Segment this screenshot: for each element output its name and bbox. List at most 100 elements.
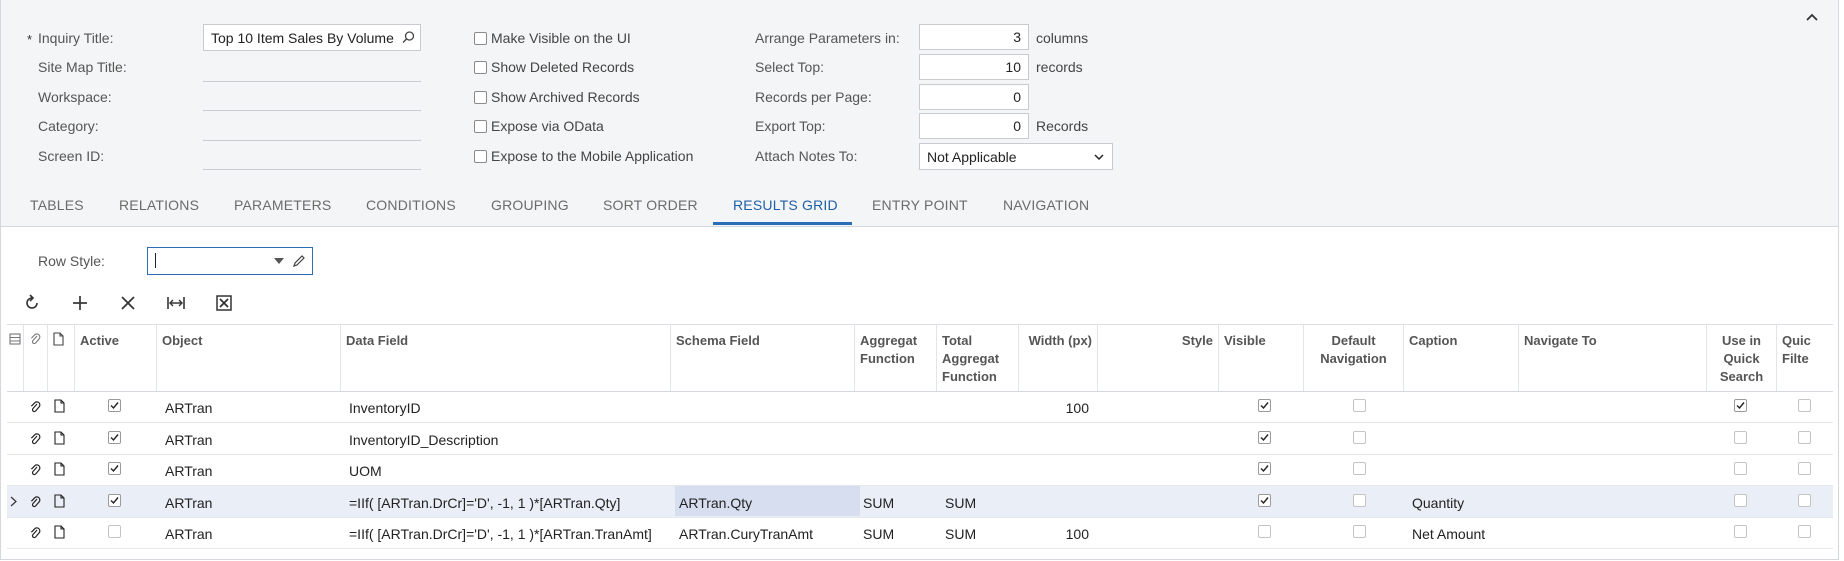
note-icon[interactable] — [54, 399, 65, 413]
note-icon[interactable] — [54, 493, 65, 508]
navigate-to-cell[interactable] — [1518, 391, 1706, 422]
data-field-cell[interactable]: InventoryID — [340, 391, 670, 422]
table-row[interactable]: ARTran =IIf( [ARTran.DrCr]='D', -1, 1 )*[… — [7, 517, 1833, 549]
quick-filter-checkbox[interactable] — [1798, 525, 1811, 538]
note-icon[interactable] — [54, 462, 65, 476]
default-navigation-checkbox[interactable] — [1353, 462, 1366, 475]
style-column-header[interactable]: Style — [1097, 325, 1218, 391]
use-in-quick-search-column-header[interactable]: Use in Quick Search — [1706, 325, 1776, 391]
active-column-header[interactable]: Active — [74, 325, 156, 391]
delete-icon[interactable] — [117, 292, 139, 314]
site-map-title-field[interactable] — [203, 80, 421, 82]
width-cell[interactable] — [1018, 454, 1097, 485]
arrange-columns-input[interactable]: 3 — [919, 24, 1029, 50]
tab-entry-point[interactable]: ENTRY POINT — [872, 197, 968, 213]
data-field-cell[interactable]: InventoryID_Description — [340, 423, 670, 454]
total-aggregate-cell[interactable] — [936, 454, 1018, 485]
export-excel-icon[interactable] — [213, 292, 235, 314]
tab-relations[interactable]: RELATIONS — [119, 197, 199, 213]
object-column-header[interactable]: Object — [156, 325, 340, 391]
records-per-page-input[interactable]: 0 — [919, 84, 1029, 110]
category-field[interactable] — [203, 139, 421, 141]
inquiry-title-input[interactable]: Top 10 Item Sales By Volume — [203, 24, 421, 51]
quick-search-checkbox[interactable] — [1734, 462, 1747, 475]
attachment-icon[interactable] — [29, 495, 41, 509]
visible-checkbox[interactable] — [1258, 430, 1271, 444]
quick-filter-checkbox[interactable] — [1798, 399, 1811, 412]
aggregate-function-cell[interactable] — [854, 391, 936, 422]
caption-cell[interactable] — [1403, 391, 1518, 422]
note-header[interactable] — [47, 325, 74, 391]
width-cell[interactable]: 100 — [1018, 517, 1097, 548]
style-cell[interactable] — [1097, 517, 1218, 548]
table-row[interactable]: ARTran UOM — [7, 454, 1833, 486]
workspace-field[interactable] — [203, 109, 421, 111]
dropdown-arrow-icon[interactable] — [274, 258, 284, 265]
show-deleted-checkbox[interactable] — [474, 61, 487, 74]
expose-mobile-checkbox[interactable] — [474, 150, 487, 163]
add-icon[interactable] — [69, 292, 91, 314]
attach-notes-select[interactable]: Not Applicable — [919, 143, 1113, 170]
aggregate-function-cell[interactable]: SUM — [854, 486, 936, 517]
table-row[interactable]: ARTran InventoryID_Description — [7, 423, 1833, 455]
default-navigation-checkbox[interactable] — [1353, 430, 1366, 444]
visible-column-header[interactable]: Visible — [1218, 325, 1303, 391]
aggregate-function-cell[interactable]: SUM — [854, 517, 936, 548]
tab-tables[interactable]: TABLES — [30, 197, 84, 213]
refresh-icon[interactable] — [21, 292, 43, 314]
aggregate-function-cell[interactable] — [854, 423, 936, 454]
screen-id-field[interactable] — [203, 168, 421, 170]
grid-settings-icon[interactable] — [9, 333, 21, 345]
total-aggregate-cell[interactable] — [936, 423, 1018, 454]
quick-search-checkbox[interactable] — [1734, 399, 1747, 412]
visible-checkbox[interactable] — [1258, 399, 1271, 412]
total-aggregate-cell[interactable]: SUM — [936, 517, 1018, 548]
edit-pencil-icon[interactable] — [292, 254, 306, 268]
show-archived-checkbox[interactable] — [474, 91, 487, 104]
width-cell[interactable] — [1018, 486, 1097, 517]
quick-search-checkbox[interactable] — [1734, 525, 1747, 538]
quick-filter-checkbox[interactable] — [1798, 493, 1811, 507]
table-row[interactable]: ARTran =IIf( [ARTran.DrCr]='D', -1, 1 )*[… — [7, 485, 1833, 518]
tab-parameters[interactable]: PARAMETERS — [234, 197, 331, 213]
style-cell[interactable] — [1097, 454, 1218, 485]
row-style-input[interactable] — [147, 247, 313, 275]
object-cell[interactable]: ARTran — [156, 391, 340, 422]
data-field-column-header[interactable]: Data Field — [340, 325, 670, 391]
object-cell[interactable]: ARTran — [156, 423, 340, 454]
caption-column-header[interactable]: Caption — [1403, 325, 1518, 391]
active-checkbox[interactable] — [108, 525, 121, 538]
collapse-chevron-icon[interactable] — [1802, 8, 1822, 28]
navigate-to-cell[interactable] — [1518, 454, 1706, 485]
aggregate-function-column-header[interactable]: Aggregat Function — [854, 325, 936, 391]
navigate-to-cell[interactable] — [1518, 423, 1706, 454]
schema-field-cell[interactable]: ARTran.Qty — [670, 486, 854, 517]
default-navigation-checkbox[interactable] — [1353, 525, 1366, 538]
caption-cell[interactable]: Net Amount — [1403, 517, 1518, 548]
quick-filter-checkbox[interactable] — [1798, 430, 1811, 444]
navigate-to-cell[interactable] — [1518, 486, 1706, 517]
width-cell[interactable] — [1018, 423, 1097, 454]
quick-search-checkbox[interactable] — [1734, 493, 1747, 507]
active-checkbox[interactable] — [108, 430, 121, 444]
object-cell[interactable]: ARTran — [156, 486, 340, 517]
quick-filter-column-header[interactable]: Quic Filte — [1776, 325, 1833, 391]
make-visible-checkbox[interactable] — [474, 32, 487, 45]
style-cell[interactable] — [1097, 423, 1218, 454]
tab-navigation[interactable]: NAVIGATION — [1003, 197, 1089, 213]
object-cell[interactable]: ARTran — [156, 517, 340, 548]
select-top-input[interactable]: 10 — [919, 54, 1029, 80]
aggregate-function-cell[interactable] — [854, 454, 936, 485]
expose-odata-checkbox[interactable] — [474, 120, 487, 133]
style-cell[interactable] — [1097, 486, 1218, 517]
active-checkbox[interactable] — [108, 462, 121, 475]
note-icon[interactable] — [54, 430, 65, 445]
total-aggregate-cell[interactable]: SUM — [936, 486, 1018, 517]
attachment-icon[interactable] — [29, 432, 41, 446]
data-field-cell[interactable]: =IIf( [ARTran.DrCr]='D', -1, 1 )*[ARTran… — [340, 517, 670, 548]
export-top-input[interactable]: 0 — [919, 113, 1029, 139]
width-cell[interactable]: 100 — [1018, 391, 1097, 422]
navigate-to-cell[interactable] — [1518, 517, 1706, 548]
schema-field-cell[interactable] — [670, 423, 854, 454]
tab-conditions[interactable]: CONDITIONS — [366, 197, 456, 213]
